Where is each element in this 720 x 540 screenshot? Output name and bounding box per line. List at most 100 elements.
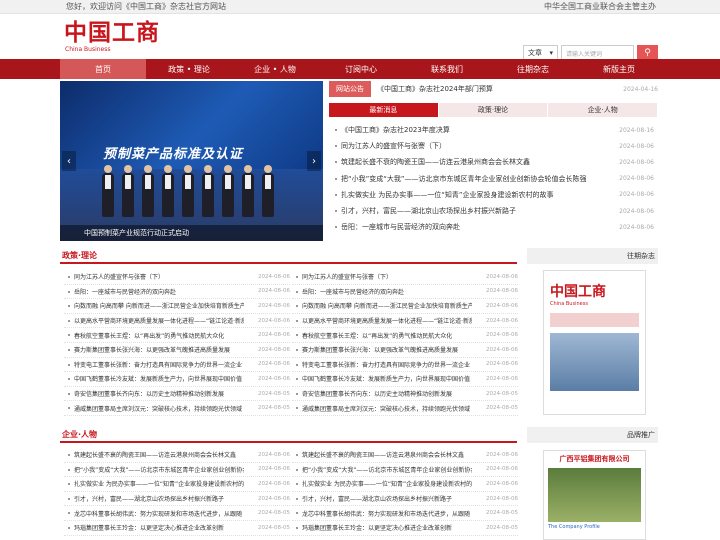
slide-caption[interactable]: 中国预制菜产业规范行动正式启动: [60, 225, 323, 241]
list-item[interactable]: 岳阳：一座城市与民营经济的双向奔赴 2024-08-06: [64, 285, 290, 300]
list-item[interactable]: 向数而融 向高而攀 向新而进——浙江民营企业加快培育新质生产力 2024-08-0…: [64, 299, 290, 314]
list-item[interactable]: 特变电工董事长张新：奋力打造具有国际竞争力的世界一流企业 2024-08-06: [64, 358, 290, 373]
brand-ad-image: [548, 468, 641, 522]
article-date: 2024-08-06: [486, 288, 518, 295]
article-title: 同为江苏人的盛宣怀与张謇（下）: [74, 274, 165, 282]
list-item[interactable]: 引才，兴村，富民——湖北京山农场探出乡村振兴新路子 2024-08-06: [292, 492, 518, 507]
list-item[interactable]: 通威集团董事局主席刘汉元：突破核心技术，持续领跑光伏领域 2024-08-05: [292, 401, 518, 416]
past-issues-header: 往期杂志: [527, 248, 658, 264]
nav-item-subscribe[interactable]: 订阅中心: [318, 59, 404, 79]
list-item[interactable]: 赛力斯集团董事长张兴海：以更强改革气魄推进高质量发展 2024-08-06: [64, 343, 290, 358]
list-item[interactable]: 把“小我”变成“大我”——访北京市东城区青年企业家创业创新协会 2024-08-0…: [292, 463, 518, 478]
tab-policy[interactable]: 政策·理论: [438, 103, 549, 117]
list-item[interactable]: 岳阳：一座城市与民营经济的双向奔赴 2024-08-06: [292, 285, 518, 300]
notice-bar: 网站公告 《中国工商》杂志社2024年部门预算 2024-04-16: [329, 81, 658, 97]
section-title[interactable]: 企业·人物: [60, 429, 97, 440]
article-date: 2024-08-06: [258, 302, 290, 309]
slide-person: [222, 165, 234, 217]
nav-item-home[interactable]: 首页: [60, 59, 146, 79]
article-title: 春秋航空董事长王煜：以“再出发”的勇气推动民航大众化: [302, 332, 453, 340]
chevron-right-icon: ›: [312, 155, 316, 167]
list-item[interactable]: 向数而融 向高而攀 向新而进——浙江民营企业加快培育新质生产力 2024-08-0…: [292, 299, 518, 314]
article-date: 2024-08-06: [486, 466, 518, 473]
list-item[interactable]: 以更高水平营商环境更高质量发展一体化进程——“链江论道·新质生产力” 2024-0…: [64, 314, 290, 329]
list-item[interactable]: 引才，兴村，富民——湖北京山农场探出乡村振兴新路子 2024-08-06: [64, 492, 290, 507]
list-item[interactable]: 岳阳：一座城市与民营经济的双向奔赴 2024-08-06: [329, 219, 658, 235]
list-item[interactable]: 引才，兴村，富民——湖北京山农场探出乡村振兴新路子 2024-08-06: [329, 203, 658, 219]
notice-label: 网站公告: [329, 81, 371, 97]
article-date: 2024-08-05: [486, 390, 518, 397]
list-item[interactable]: 赛力斯集团董事长张兴海：以更强改革气魄推进高质量发展 2024-08-06: [292, 343, 518, 358]
list-item[interactable]: 特变电工董事长张新：奋力打造具有国际竞争力的世界一流企业 2024-08-06: [292, 358, 518, 373]
article-date: 2024-08-06: [486, 317, 518, 324]
list-item[interactable]: 扎实做实业 为民办实事——一位“知青”企业家投身建设新农村的故事 2024-08-…: [292, 477, 518, 492]
slide-person: [162, 165, 174, 217]
news-title: 同为江苏人的盛宣怀与张謇（下）: [341, 142, 446, 151]
list-item[interactable]: 奇安信集团董事长齐向东：以历史主动精神推动创新发展 2024-08-05: [64, 387, 290, 402]
list-item[interactable]: 春秋航空董事长王煜：以“再出发”的勇气推动民航大众化 2024-08-06: [64, 328, 290, 343]
article-date: 2024-08-06: [486, 480, 518, 487]
article-title: 奇安信集团董事长齐向东：以历史主动精神推动创新发展: [74, 391, 225, 399]
article-date: 2024-08-06: [486, 346, 518, 353]
article-date: 2024-08-06: [258, 451, 290, 458]
article-title: 赛力斯集团董事长张兴海：以更强改革气魄推进高质量发展: [74, 347, 231, 355]
tab-latest[interactable]: 最新消息: [329, 103, 439, 117]
news-title: 扎实做实业 为民办实事——一位“知青”企业家投身建设新农村的故事: [341, 190, 554, 199]
list-item[interactable]: 通威集团董事局主席刘汉元：突破核心技术，持续领跑光伏领域 2024-08-05: [64, 401, 290, 416]
magazine-cover-banner: [550, 313, 639, 327]
brand-ad[interactable]: 广西平铝集团有限公司 The Company Profile: [543, 450, 646, 540]
article-date: 2024-08-05: [258, 510, 290, 517]
article-date: 2024-08-06: [258, 466, 290, 473]
list-item[interactable]: 筑建起长盛不衰的陶瓷王国——访连云港泉州商会会长林文鑫 2024-08-06: [64, 448, 290, 463]
article-title: 特变电工董事长张新：奋力打造具有国际竞争力的世界一流企业: [302, 361, 471, 369]
list-item[interactable]: 扎实做实业 为民办实事——一位“知青”企业家投身建设新农村的故事 2024-08-…: [64, 477, 290, 492]
list-item[interactable]: 把“小我”变成“大我”——访北京市东城区青年企业家创业创新协会轮值会长陈强 202…: [329, 171, 658, 187]
article-title: 龙芯中科董事长胡伟武：努力实现研发和市场迭代进步，从跟随: [302, 510, 471, 518]
list-item[interactable]: 春秋航空董事长王煜：以“再出发”的勇气推动民航大众化 2024-08-06: [292, 328, 518, 343]
nav-item-contact[interactable]: 联系我们: [404, 59, 490, 79]
tab-enterprise[interactable]: 企业·人物: [548, 103, 659, 117]
news-title: 《中国工商》杂志社2023年度决算: [341, 126, 450, 135]
list-item[interactable]: 扎实做实业 为民办实事——一位“知青”企业家投身建设新农村的故事 2024-08-…: [329, 187, 658, 203]
slide-person: [242, 165, 254, 217]
nav-item-past-issues[interactable]: 往期杂志: [490, 59, 576, 79]
article-title: 龙芯中科董事长胡伟武：努力实现研发和市场迭代进步，从跟随: [74, 510, 243, 518]
notice-text[interactable]: 《中国工商》杂志社2024年部门预算: [377, 84, 623, 94]
article-title: 特变电工董事长张新：奋力打造具有国际竞争力的世界一流企业: [74, 361, 243, 369]
slide-person: [122, 165, 134, 217]
list-item[interactable]: 同为江苏人的盛宣怀与张謇（下） 2024-08-06: [329, 138, 658, 154]
search-icon: ⚲: [644, 48, 651, 58]
site-logo[interactable]: 中国工商 China Business: [64, 20, 174, 60]
article-date: 2024-08-06: [486, 375, 518, 382]
section-title[interactable]: 政策·理论: [60, 250, 97, 261]
list-item[interactable]: 《中国工商》杂志社2023年度决算 2024-08-16: [329, 122, 658, 138]
list-item[interactable]: 奇安信集团董事长齐向东：以历史主动精神推动创新发展 2024-08-05: [292, 387, 518, 402]
list-item[interactable]: 中国飞鹤董事长冷友斌：发展新质生产力，向世界展现中国价值 2024-08-06: [292, 372, 518, 387]
news-date: 2024-08-06: [619, 191, 654, 199]
list-item[interactable]: 龙芯中科董事长胡伟武：努力实现研发和市场迭代进步，从跟随 2024-08-05: [292, 506, 518, 521]
list-item[interactable]: 同为江苏人的盛宣怀与张謇（下） 2024-08-06: [64, 270, 290, 285]
list-item[interactable]: 筑建起长盛不衰的陶瓷王国——访连云港泉州商会会长林文鑫 2024-08-06: [292, 448, 518, 463]
nav-item-enterprise[interactable]: 企业 • 人物: [232, 59, 318, 79]
list-item[interactable]: 把“小我”变成“大我”——访北京市东城区青年企业家创业创新协会 2024-08-0…: [64, 463, 290, 478]
list-item[interactable]: 中国飞鹤董事长冷友斌：发展新质生产力，向世界展现中国价值 2024-08-06: [64, 372, 290, 387]
list-item[interactable]: 同为江苏人的盛宣怀与张謇（下） 2024-08-06: [292, 270, 518, 285]
chevron-down-icon: ▾: [549, 49, 553, 57]
list-item[interactable]: 筑建起长盛不衰的陶瓷王国——访连云港泉州商会会长林文鑫 2024-08-06: [329, 154, 658, 170]
slider-prev-button[interactable]: ‹: [62, 151, 76, 171]
magazine-cover[interactable]: 中国工商 China Business: [543, 270, 646, 415]
list-item[interactable]: 龙芯中科董事长胡伟武：努力实现研发和市场迭代进步，从跟随 2024-08-05: [64, 506, 290, 521]
article-title: 同为江苏人的盛宣怀与张謇（下）: [302, 274, 393, 282]
nav-item-policy[interactable]: 政策 • 理论: [146, 59, 232, 79]
image-slider[interactable]: 预制菜产品标准及认证 ‹ › 中国预制菜产业规范行动正式启动: [60, 81, 323, 241]
article-title: 把“小我”变成“大我”——访北京市东城区青年企业家创业创新协会: [74, 466, 244, 474]
article-date: 2024-08-06: [258, 480, 290, 487]
nav-item-new-home[interactable]: 新版主页: [576, 59, 662, 79]
list-item[interactable]: 玛瑙集团董事长王玲金：以更坚定决心推进企业改革创新 2024-08-05: [64, 521, 290, 536]
article-date: 2024-08-05: [258, 405, 290, 412]
enterprise-list-right: 筑建起长盛不衰的陶瓷王国——访连云港泉州商会会长林文鑫 2024-08-06 把“小…: [292, 448, 518, 536]
article-date: 2024-08-06: [258, 375, 290, 382]
slider-next-button[interactable]: ›: [307, 151, 321, 171]
list-item[interactable]: 以更高水平营商环境更高质量发展一体化进程——“链江论道·新质生产力” 2024-0…: [292, 314, 518, 329]
list-item[interactable]: 玛瑙集团董事长王玲金：以更坚定决心推进企业改革创新 2024-08-05: [292, 521, 518, 536]
